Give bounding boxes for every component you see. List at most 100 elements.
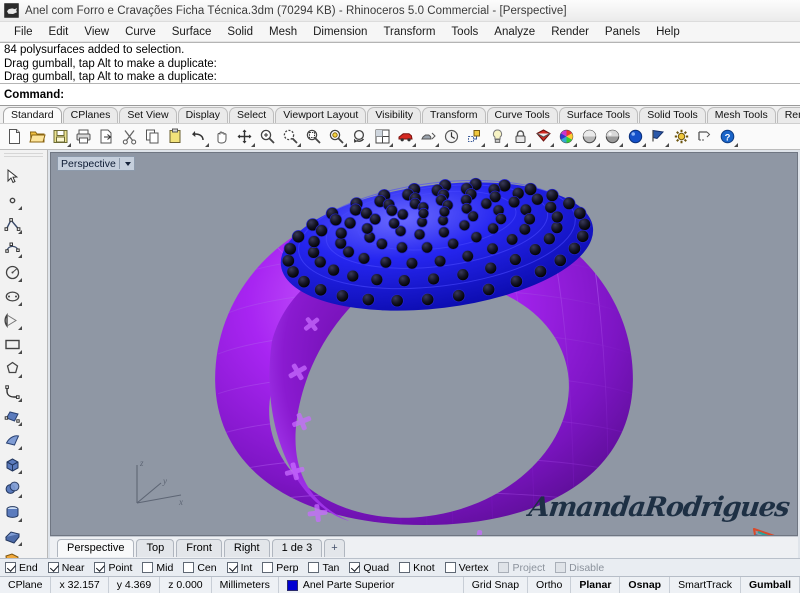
- zoom-selected-icon[interactable]: [302, 126, 325, 148]
- viewport-title-menu[interactable]: Perspective: [57, 156, 135, 171]
- toolbar-tab-display[interactable]: Display: [177, 107, 229, 123]
- status-current-layer[interactable]: Anel Parte Superior: [279, 577, 464, 593]
- status-cplane[interactable]: CPlane: [0, 577, 52, 593]
- checkbox-point[interactable]: [94, 562, 106, 573]
- arc-icon[interactable]: [0, 308, 24, 332]
- toolbar-tab-mesh-tools[interactable]: Mesh Tools: [706, 107, 776, 123]
- perspective-viewport[interactable]: Perspective z y x AmandaRodrigues: [50, 152, 798, 536]
- menu-item-mesh[interactable]: Mesh: [261, 24, 305, 40]
- checkbox-knot[interactable]: [399, 562, 411, 573]
- rotate-view-icon[interactable]: [348, 126, 371, 148]
- menu-item-analyze[interactable]: Analyze: [486, 24, 543, 40]
- circle-icon[interactable]: [0, 260, 24, 284]
- paste-clipboard-icon[interactable]: [164, 126, 187, 148]
- viewport-layout-icon[interactable]: [371, 126, 394, 148]
- status-toggle-gumball[interactable]: Gumball: [741, 577, 800, 593]
- toolbar-tab-cplanes[interactable]: CPlanes: [62, 107, 119, 123]
- checkbox-cen[interactable]: [183, 562, 195, 573]
- toolbar-tab-standard[interactable]: Standard: [3, 107, 62, 123]
- toolbar-tab-visibility[interactable]: Visibility: [367, 107, 422, 123]
- surface-from-points-icon[interactable]: [0, 404, 24, 428]
- status-toggle-grid-snap[interactable]: Grid Snap: [464, 577, 529, 593]
- render-preview-icon[interactable]: [417, 126, 440, 148]
- status-units[interactable]: Millimeters: [212, 577, 279, 593]
- viewport-tab-1-de-3[interactable]: 1 de 3: [271, 538, 323, 557]
- layer-flag-icon[interactable]: [647, 126, 670, 148]
- car-render-icon[interactable]: [394, 126, 417, 148]
- cut-scissors-icon[interactable]: [118, 126, 141, 148]
- chevron-down-icon[interactable]: [124, 161, 131, 166]
- print-icon[interactable]: [72, 126, 95, 148]
- menu-item-panels[interactable]: Panels: [597, 24, 648, 40]
- status-toggle-ortho[interactable]: Ortho: [528, 577, 572, 593]
- layer-color-swatch[interactable]: [286, 579, 298, 591]
- pan-hand-icon[interactable]: [210, 126, 233, 148]
- help-icon[interactable]: ?: [716, 126, 739, 148]
- osnap-int[interactable]: Int: [226, 562, 252, 574]
- sphere-solid-icon[interactable]: [0, 476, 24, 500]
- boolean-union-icon[interactable]: [0, 548, 24, 558]
- menu-item-curve[interactable]: Curve: [117, 24, 164, 40]
- toolbar-tab-surface-tools[interactable]: Surface Tools: [558, 107, 639, 123]
- menu-item-help[interactable]: Help: [648, 24, 688, 40]
- osnap-cen[interactable]: Cen: [183, 562, 217, 574]
- material-icon[interactable]: [532, 126, 555, 148]
- zoom-extents-icon[interactable]: [233, 126, 256, 148]
- osnap-knot[interactable]: Knot: [399, 562, 435, 574]
- control-point-curve-icon[interactable]: [0, 236, 24, 260]
- open-file-icon[interactable]: [26, 126, 49, 148]
- osnap-perp[interactable]: Perp: [262, 562, 298, 574]
- polygon-icon[interactable]: [0, 356, 24, 380]
- point-object-icon[interactable]: [0, 188, 24, 212]
- curve-fillet-icon[interactable]: [0, 380, 24, 404]
- zoom-target-icon[interactable]: [325, 126, 348, 148]
- osnap-point[interactable]: Point: [94, 562, 132, 574]
- select-arrow-icon[interactable]: [0, 164, 24, 188]
- clock-history-icon[interactable]: [440, 126, 463, 148]
- loft-surface-icon[interactable]: [0, 428, 24, 452]
- checkbox-mid[interactable]: [142, 562, 154, 573]
- undo-arrow-icon[interactable]: [187, 126, 210, 148]
- save-file-icon[interactable]: [49, 126, 72, 148]
- checkbox-vertex[interactable]: [444, 562, 456, 573]
- color-wheel-icon[interactable]: [555, 126, 578, 148]
- render-sphere-icon[interactable]: [601, 126, 624, 148]
- status-toggle-smarttrack[interactable]: SmartTrack: [670, 577, 741, 593]
- toolbar-tab-solid-tools[interactable]: Solid Tools: [639, 107, 706, 123]
- polyline-icon[interactable]: [0, 212, 24, 236]
- menu-item-render[interactable]: Render: [543, 24, 597, 40]
- lock-layer-icon[interactable]: [509, 126, 532, 148]
- zoom-window-icon[interactable]: [279, 126, 302, 148]
- osnap-quad[interactable]: Quad: [349, 562, 389, 574]
- toolbar-tab-transform[interactable]: Transform: [422, 107, 486, 123]
- command-prompt-row[interactable]: Command:: [0, 84, 800, 106]
- viewport-tab-front[interactable]: Front: [176, 538, 222, 557]
- box-solid-icon[interactable]: [0, 452, 24, 476]
- osnap-vertex[interactable]: Vertex: [444, 562, 488, 574]
- osnap-end[interactable]: End: [5, 562, 38, 574]
- checkbox-perp[interactable]: [262, 562, 274, 573]
- shade-sphere-icon[interactable]: [578, 126, 601, 148]
- osnap-mid[interactable]: Mid: [142, 562, 173, 574]
- menu-item-file[interactable]: File: [6, 24, 41, 40]
- menu-item-edit[interactable]: Edit: [41, 24, 77, 40]
- command-history[interactable]: 84 polysurfaces added to selection. Drag …: [0, 42, 800, 84]
- viewport-tab-perspective[interactable]: Perspective: [57, 538, 135, 557]
- osnap-tan[interactable]: Tan: [308, 562, 339, 574]
- ellipse-icon[interactable]: [0, 284, 24, 308]
- dimension-icon[interactable]: [693, 126, 716, 148]
- checkbox-int[interactable]: [226, 562, 238, 573]
- zoom-in-icon[interactable]: [256, 126, 279, 148]
- cylinder-solid-icon[interactable]: [0, 500, 24, 524]
- status-toggle-osnap[interactable]: Osnap: [620, 577, 671, 593]
- menu-item-dimension[interactable]: Dimension: [305, 24, 375, 40]
- checkbox-tan[interactable]: [308, 562, 320, 573]
- toolbar-tab-set-view[interactable]: Set View: [119, 107, 177, 123]
- light-bulb-icon[interactable]: [486, 126, 509, 148]
- new-file-icon[interactable]: [3, 126, 26, 148]
- menu-item-surface[interactable]: Surface: [164, 24, 220, 40]
- menu-item-view[interactable]: View: [76, 24, 117, 40]
- osnap-near[interactable]: Near: [47, 562, 84, 574]
- blue-sphere-icon[interactable]: [624, 126, 647, 148]
- toolbar-tab-curve-tools[interactable]: Curve Tools: [486, 107, 558, 123]
